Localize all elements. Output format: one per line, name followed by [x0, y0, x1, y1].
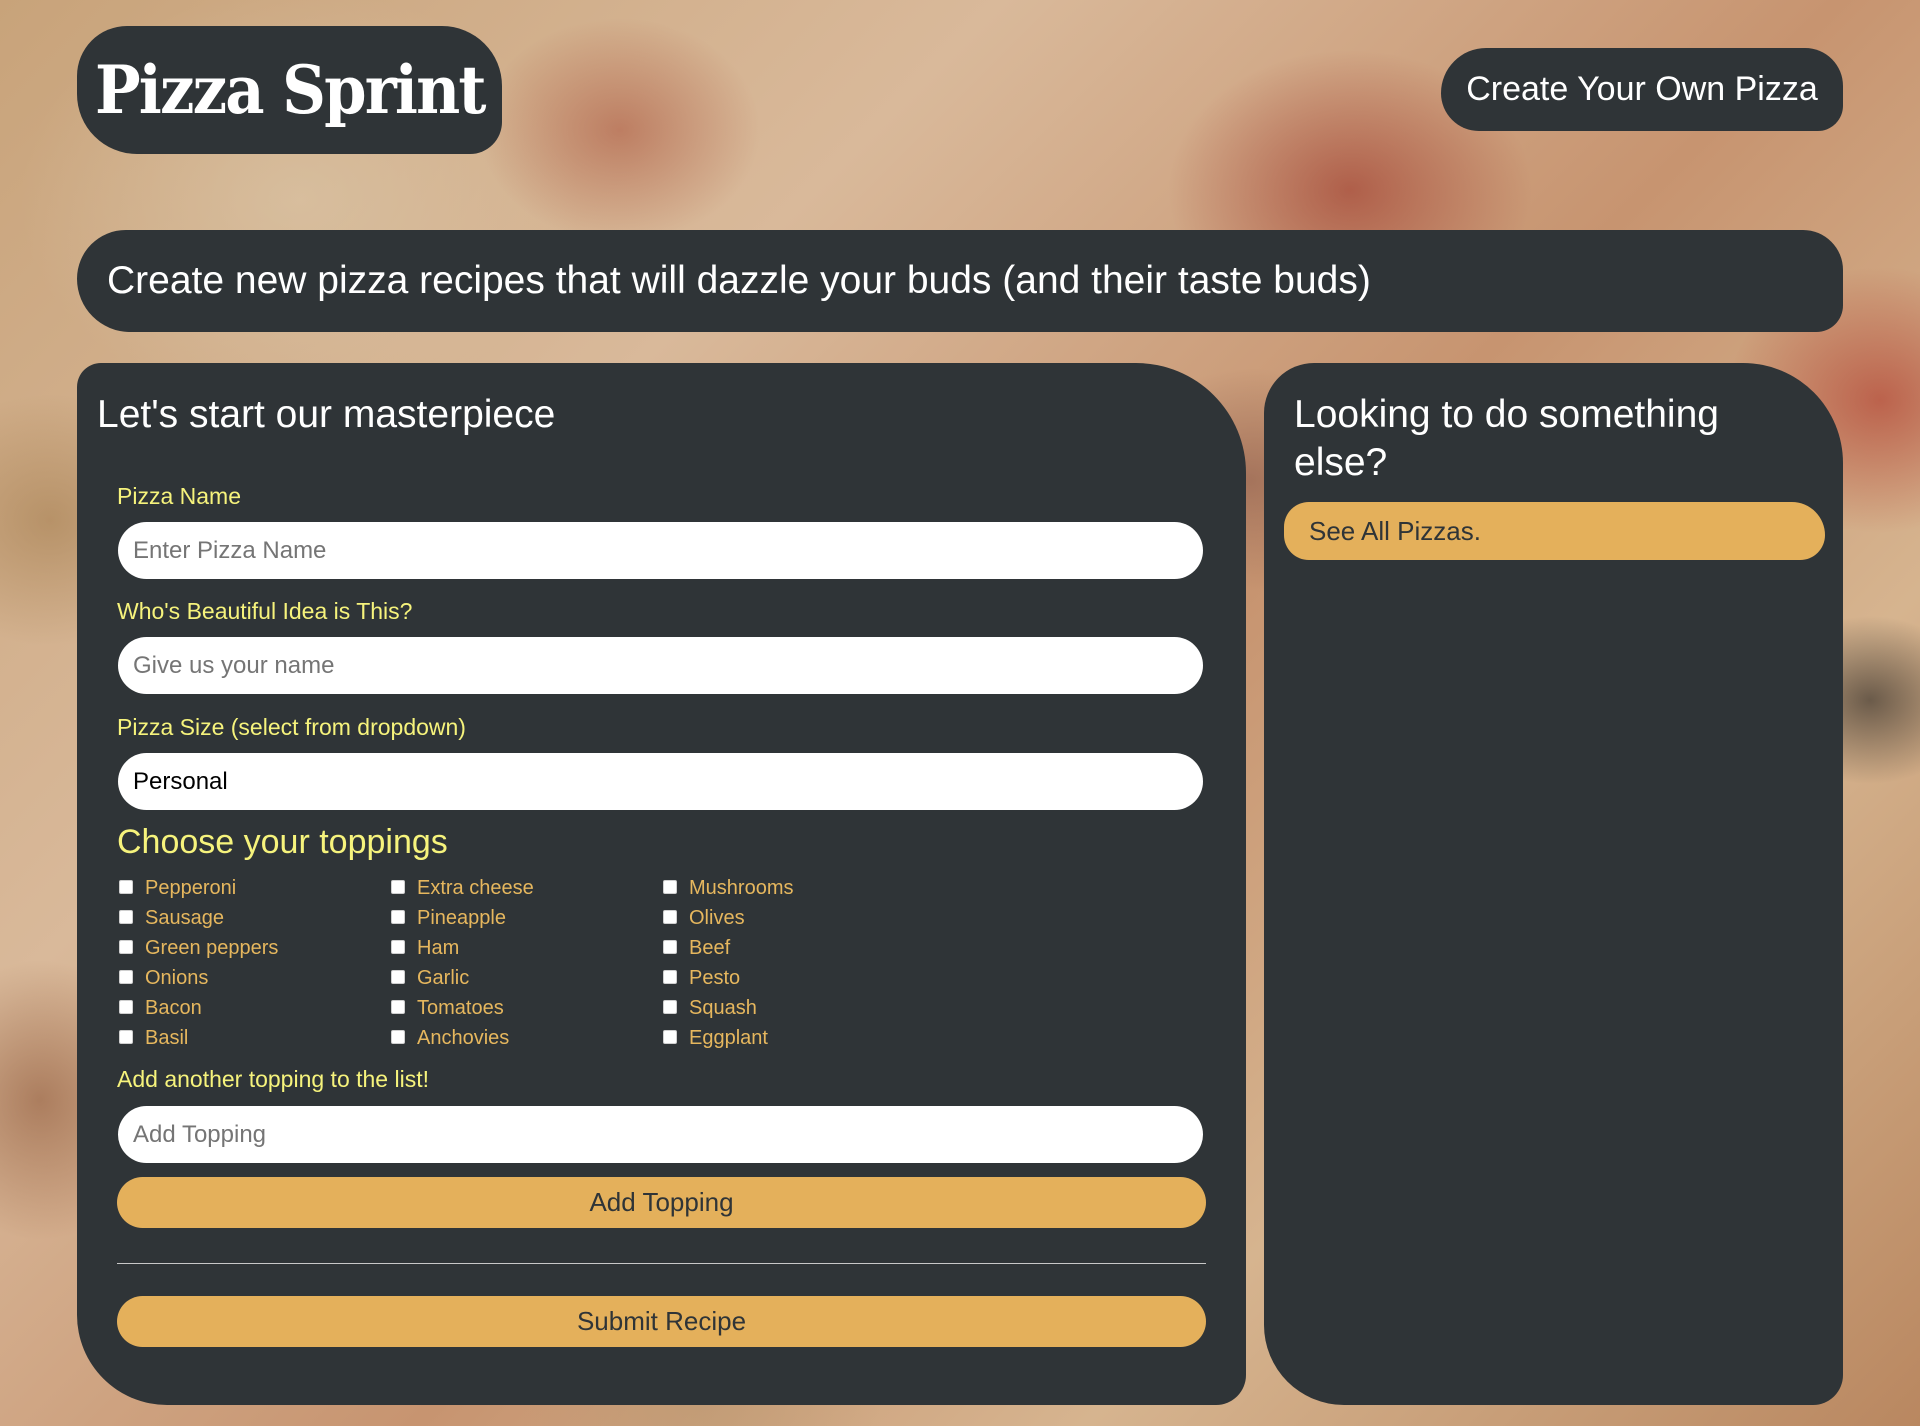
topping-checkbox[interactable]	[391, 910, 405, 924]
topping-checkbox[interactable]	[663, 880, 677, 894]
topping-checkbox[interactable]	[663, 1030, 677, 1044]
topping-option[interactable]: Pepperoni	[119, 873, 391, 903]
topping-label: Green peppers	[145, 936, 279, 959]
topping-label: Mushrooms	[689, 876, 794, 899]
banner-text: Create new pizza recipes that will dazzl…	[107, 259, 1371, 302]
topping-option[interactable]: Onions	[119, 963, 391, 993]
topping-label: Eggplant	[689, 1026, 768, 1049]
topping-checkbox[interactable]	[391, 880, 405, 894]
submit-recipe-button[interactable]: Submit Recipe	[117, 1296, 1206, 1347]
topping-checkbox[interactable]	[391, 1030, 405, 1044]
topping-label: Squash	[689, 996, 757, 1019]
sidebar-panel: Looking to do something else? See All Pi…	[1264, 363, 1843, 1405]
topping-checkbox[interactable]	[119, 1030, 133, 1044]
topping-checkbox[interactable]	[391, 940, 405, 954]
topping-label: Extra cheese	[417, 876, 534, 899]
topping-option[interactable]: Bacon	[119, 993, 391, 1023]
topping-checkbox[interactable]	[119, 1000, 133, 1014]
see-all-pizzas-link[interactable]: See All Pizzas.	[1284, 502, 1825, 560]
topping-option[interactable]: Tomatoes	[391, 993, 663, 1023]
topping-label: Garlic	[417, 966, 470, 989]
topping-checkbox[interactable]	[663, 970, 677, 984]
topping-option[interactable]: Eggplant	[663, 1023, 935, 1053]
topping-checkbox[interactable]	[663, 910, 677, 924]
toppings-list: Pepperoni Extra cheese Mushrooms Sausage…	[119, 873, 919, 1053]
topping-option[interactable]: Olives	[663, 903, 935, 933]
topping-option[interactable]: Green peppers	[119, 933, 391, 963]
topping-label: Pineapple	[417, 906, 506, 929]
topping-label: Beef	[689, 936, 731, 959]
topping-option[interactable]: Garlic	[391, 963, 663, 993]
topping-option[interactable]: Mushrooms	[663, 873, 935, 903]
author-name-input[interactable]	[118, 637, 1203, 694]
topping-label: Sausage	[145, 906, 224, 929]
topping-label: Olives	[689, 906, 745, 929]
form-divider	[117, 1263, 1206, 1264]
topping-checkbox[interactable]	[663, 940, 677, 954]
topping-checkbox[interactable]	[119, 910, 133, 924]
topping-label: Basil	[145, 1026, 189, 1049]
topping-label: Ham	[417, 936, 460, 959]
topping-label: Tomatoes	[417, 996, 504, 1019]
form-title: Let's start our masterpiece	[97, 393, 556, 436]
topping-option[interactable]: Anchovies	[391, 1023, 663, 1053]
create-your-own-pizza-button[interactable]: Create Your Own Pizza	[1441, 48, 1843, 131]
topping-checkbox[interactable]	[391, 970, 405, 984]
pizza-size-select[interactable]: Personal	[118, 753, 1203, 810]
add-topping-label: Add another topping to the list!	[117, 1066, 429, 1092]
topping-label: Bacon	[145, 996, 202, 1019]
add-topping-button[interactable]: Add Topping	[117, 1177, 1206, 1228]
topping-option[interactable]: Extra cheese	[391, 873, 663, 903]
pizza-size-label: Pizza Size (select from dropdown)	[117, 714, 466, 740]
pizza-name-label: Pizza Name	[117, 483, 241, 509]
pizza-name-input[interactable]	[118, 522, 1203, 579]
recipe-form-panel: Let's start our masterpiece Pizza Name W…	[77, 363, 1246, 1405]
topping-label: Onions	[145, 966, 209, 989]
add-topping-input[interactable]	[118, 1106, 1203, 1163]
topping-option[interactable]: Beef	[663, 933, 935, 963]
topping-option[interactable]: Squash	[663, 993, 935, 1023]
topping-option[interactable]: Sausage	[119, 903, 391, 933]
author-label: Who's Beautiful Idea is This?	[117, 598, 413, 624]
topping-checkbox[interactable]	[663, 1000, 677, 1014]
topping-option[interactable]: Pineapple	[391, 903, 663, 933]
logo-text: Pizza Sprint	[94, 51, 486, 129]
topping-checkbox[interactable]	[391, 1000, 405, 1014]
topping-label: Anchovies	[417, 1026, 510, 1049]
topping-option[interactable]: Ham	[391, 933, 663, 963]
sidebar-title: Looking to do something else?	[1294, 393, 1719, 484]
topping-option[interactable]: Pesto	[663, 963, 935, 993]
topping-label: Pesto	[689, 966, 741, 989]
topping-checkbox[interactable]	[119, 970, 133, 984]
pizza-size-selected-value: Personal	[133, 767, 228, 795]
topping-checkbox[interactable]	[119, 880, 133, 894]
topping-label: Pepperoni	[145, 876, 237, 899]
topping-option[interactable]: Basil	[119, 1023, 391, 1053]
logo: Pizza Sprint	[77, 26, 502, 154]
banner: Create new pizza recipes that will dazzl…	[77, 230, 1843, 332]
topping-checkbox[interactable]	[119, 940, 133, 954]
toppings-heading: Choose your toppings	[117, 823, 448, 861]
